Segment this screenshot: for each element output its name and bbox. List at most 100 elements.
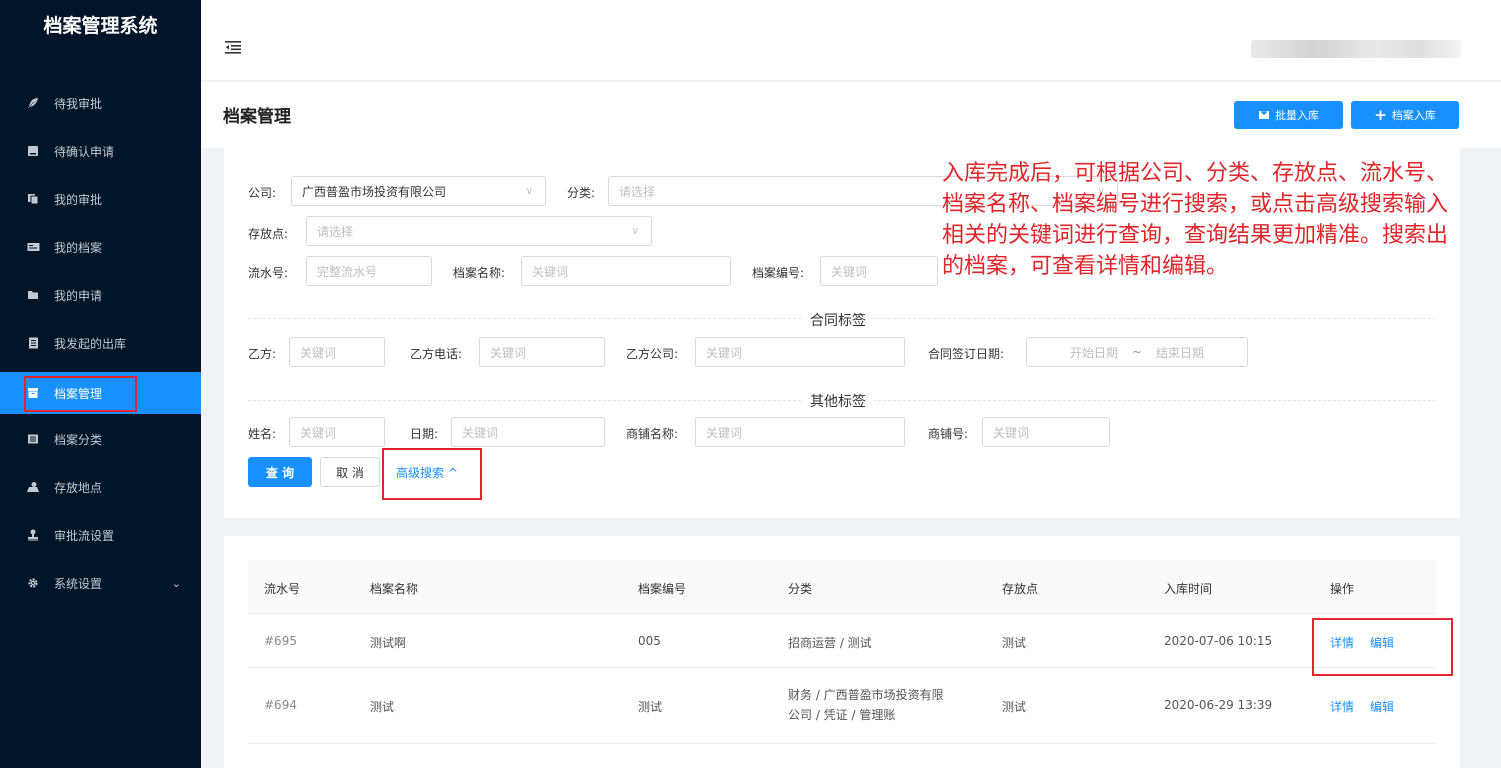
start-date-placeholder: 开始日期 <box>1069 345 1118 360</box>
party-b-company-label: 乙方公司: <box>626 347 679 361</box>
party-b-company-input[interactable]: 关键词 <box>695 337 905 367</box>
page-header: 档案管理 批量入库 + 档案入库 <box>201 82 1501 148</box>
archive-code-input[interactable]: 关键词 <box>820 256 938 286</box>
sidebar-item-system-settings[interactable]: 系统设置 ⌄ <box>0 562 201 604</box>
gear-icon <box>26 576 40 590</box>
sidebar-item-pending-approval[interactable]: 待我审批 <box>0 82 201 124</box>
company-label: 公司: <box>248 186 277 200</box>
company-value: 广西普盈市场投资有限公司 <box>302 184 447 199</box>
shop-name-placeholder: 关键词 <box>706 425 743 440</box>
col-serial: 流水号 <box>264 582 301 596</box>
sidebar-item-approval-flow[interactable]: 审批流设置 <box>0 514 201 556</box>
detail-link[interactable]: 详情 <box>1330 698 1354 715</box>
cell-category-line2: 公司 / 凭证 / 管理账 <box>788 708 896 722</box>
sidebar: 档案管理系统 待我审批 待确认申请 我的审批 我的档案 我的申请 我发起的出库 <box>0 0 201 768</box>
shop-no-placeholder: 关键词 <box>993 425 1030 440</box>
party-b-label: 乙方: <box>248 347 277 361</box>
col-name: 档案名称 <box>370 582 419 596</box>
cell-location: 测试 <box>1002 636 1027 650</box>
sidebar-item-label: 审批流设置 <box>54 528 115 543</box>
chevron-down-icon: ∨ <box>525 185 533 197</box>
chevron-down-icon: ∨ <box>631 225 639 237</box>
archive-name-label: 档案名称: <box>453 266 506 280</box>
indent-fold-icon[interactable] <box>225 40 241 58</box>
end-date-placeholder: 结束日期 <box>1156 345 1205 360</box>
sidebar-item-pending-confirm[interactable]: 待确认申请 <box>0 130 201 172</box>
party-b-phone-input[interactable]: 关键词 <box>479 337 605 367</box>
sidebar-item-archive-category[interactable]: 档案分类 <box>0 418 201 460</box>
date-input[interactable]: 关键词 <box>451 417 605 447</box>
sign-date-label: 合同签订日期: <box>928 347 1005 361</box>
sidebar-item-label: 待确认申请 <box>54 144 115 159</box>
sidebar-item-my-approval[interactable]: 我的审批 <box>0 178 201 220</box>
person-name-input[interactable]: 关键词 <box>289 417 385 447</box>
archive-code-placeholder: 关键词 <box>831 264 868 279</box>
archive-name-placeholder: 关键词 <box>532 264 569 279</box>
party-b-placeholder: 关键词 <box>300 345 337 360</box>
cell-serial: #694 <box>264 698 297 712</box>
batch-import-button[interactable]: 批量入库 <box>1234 101 1343 129</box>
person-name-label: 姓名: <box>248 427 277 441</box>
location-placeholder: 请选择 <box>317 224 354 239</box>
map-icon <box>26 480 40 494</box>
cell-serial: #695 <box>264 634 297 648</box>
sidebar-item-label: 我的申请 <box>54 288 103 303</box>
copy-icon <box>26 192 40 206</box>
cell-location: 测试 <box>1002 700 1027 714</box>
highlight-box-advanced <box>382 448 482 500</box>
archive-code-label: 档案编号: <box>752 266 805 280</box>
cell-time: 2020-06-29 13:39 <box>1164 698 1273 712</box>
user-info-blurred[interactable] <box>1251 40 1461 58</box>
page-title: 档案管理 <box>223 107 291 127</box>
col-actions: 操作 <box>1330 582 1355 596</box>
person-name-placeholder: 关键词 <box>300 425 337 440</box>
cancel-button[interactable]: 取 消 <box>320 457 380 487</box>
sign-date-range[interactable]: 开始日期 ~ 结束日期 <box>1026 337 1248 367</box>
col-time: 入库时间 <box>1164 582 1213 596</box>
highlight-box-sidebar <box>24 376 137 412</box>
highlight-box-actions <box>1312 618 1453 676</box>
table-header: 流水号 档案名称 档案编号 分类 存放点 入库时间 操作 <box>248 560 1436 614</box>
sidebar-item-label: 我的档案 <box>54 240 103 255</box>
sidebar-item-label: 存放地点 <box>54 480 103 495</box>
company-select[interactable]: 广西普盈市场投资有限公司 ∨ <box>291 176 546 206</box>
table-row: #694 测试 测试 财务 / 广西普盈市场投资有限 公司 / 凭证 / 管理账… <box>248 668 1436 744</box>
sidebar-item-label: 系统设置 <box>54 576 103 591</box>
shop-no-input[interactable]: 关键词 <box>982 417 1110 447</box>
import-icon <box>1258 107 1270 123</box>
plus-icon: + <box>1374 106 1387 124</box>
add-archive-label: 档案入库 <box>1391 109 1436 122</box>
cell-code: 测试 <box>638 700 663 714</box>
sidebar-item-my-archives[interactable]: 我的档案 <box>0 226 201 268</box>
shop-name-input[interactable]: 关键词 <box>695 417 905 447</box>
serial-label: 流水号: <box>248 266 289 280</box>
sidebar-item-label: 我的审批 <box>54 192 103 207</box>
sidebar-item-my-requests[interactable]: 我的申请 <box>0 274 201 316</box>
query-button[interactable]: 查 询 <box>248 457 312 487</box>
cell-time: 2020-07-06 10:15 <box>1164 634 1273 648</box>
date-separator: ~ <box>1131 345 1143 359</box>
location-select[interactable]: 请选择 ∨ <box>306 216 652 246</box>
party-b-input[interactable]: 关键词 <box>289 337 385 367</box>
party-b-phone-label: 乙方电话: <box>410 347 463 361</box>
party-b-company-placeholder: 关键词 <box>706 345 743 360</box>
other-section-title: 其他标签 <box>802 391 874 411</box>
add-archive-button[interactable]: + 档案入库 <box>1351 101 1459 129</box>
card-icon <box>26 144 40 158</box>
col-code: 档案编号 <box>638 582 687 596</box>
category-placeholder: 请选择 <box>619 184 656 199</box>
cell-name: 测试啊 <box>370 636 407 650</box>
sidebar-item-label: 我发起的出库 <box>54 336 127 351</box>
app-title: 档案管理系统 <box>43 14 158 37</box>
date-placeholder: 关键词 <box>462 425 499 440</box>
edit-link[interactable]: 编辑 <box>1370 698 1394 715</box>
cell-name: 测试 <box>370 700 395 714</box>
archive-table: 流水号 档案名称 档案编号 分类 存放点 入库时间 操作 #695 测试啊 00… <box>224 536 1460 768</box>
contract-section-title: 合同标签 <box>802 310 874 330</box>
serial-placeholder: 完整流水号 <box>317 264 378 279</box>
sidebar-item-storage-location[interactable]: 存放地点 <box>0 466 201 508</box>
sidebar-item-my-outbound[interactable]: 我发起的出库 <box>0 322 201 364</box>
serial-input[interactable]: 完整流水号 <box>306 256 432 286</box>
archive-name-input[interactable]: 关键词 <box>521 256 731 286</box>
list-icon <box>26 432 40 446</box>
